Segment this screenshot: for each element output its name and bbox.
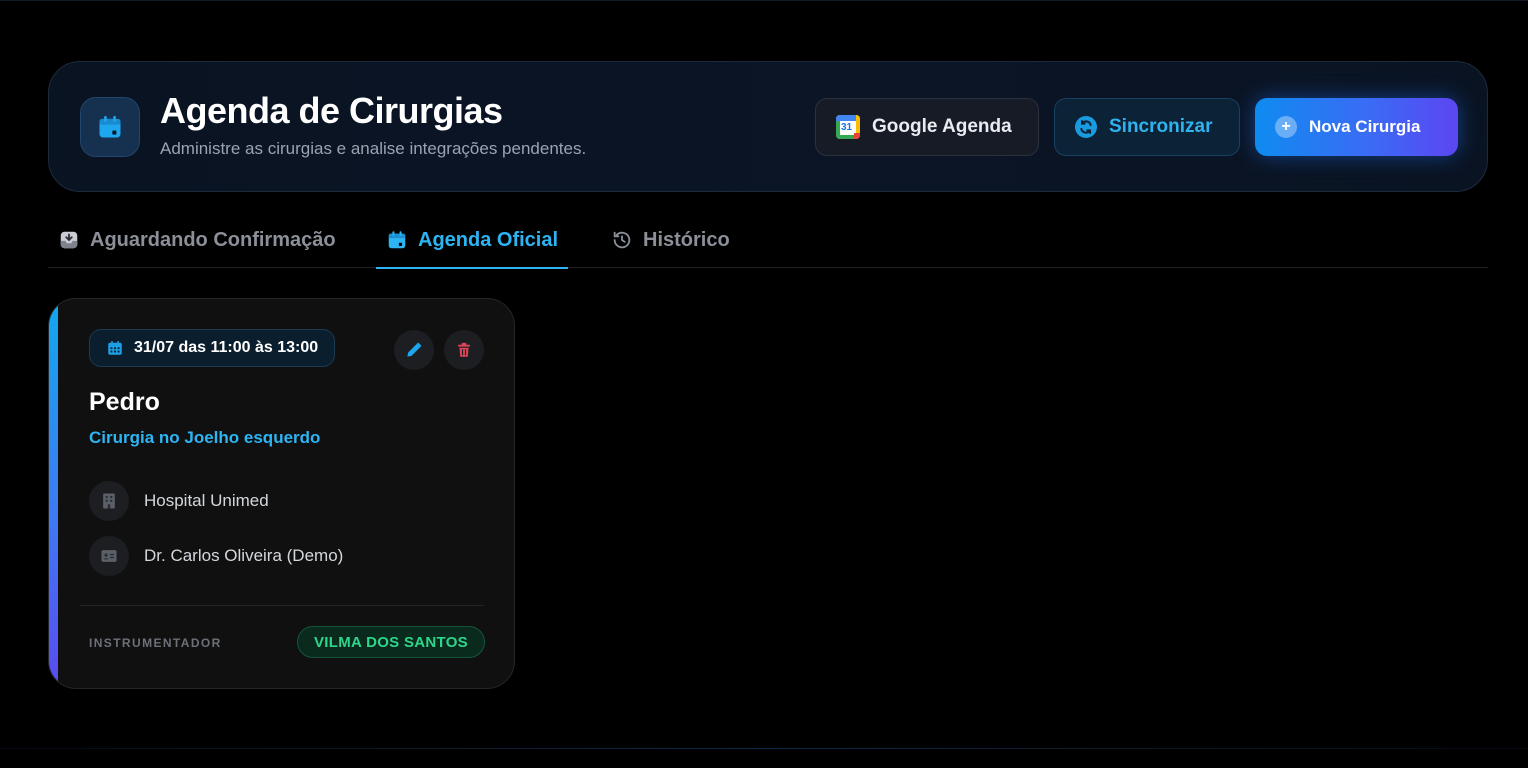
tab-label: Histórico (643, 228, 730, 251)
hospital-row: Hospital Unimed (89, 481, 269, 521)
sync-button[interactable]: Sincronizar (1054, 98, 1240, 156)
card-divider (80, 605, 484, 606)
new-surgery-label: Nova Cirurgia (1309, 117, 1421, 136)
tab-historico[interactable]: Histórico (611, 212, 730, 268)
sync-icon (1075, 116, 1097, 138)
tab-agenda-oficial[interactable]: Agenda Oficial (376, 212, 569, 269)
tab-bar: Aguardando Confirmação Agenda Oficial Hi… (48, 212, 1488, 269)
doctor-row: Dr. Carlos Oliveira (Demo) (89, 536, 343, 576)
date-time-badge: 31/07 das 11:00 às 13:00 (89, 329, 336, 367)
instrumentator-label: INSTRUMENTADOR (89, 636, 222, 650)
tab-aguardando-confirmacao[interactable]: Aguardando Confirmação (58, 212, 336, 268)
pencil-icon (407, 342, 422, 357)
google-agenda-button[interactable]: 31 Google Agenda (815, 98, 1039, 156)
calendar-icon (108, 340, 122, 355)
calendar-icon (388, 231, 406, 249)
doctor-name: Dr. Carlos Oliveira (Demo) (144, 546, 344, 565)
tab-label: Aguardando Confirmação (90, 228, 336, 251)
calendar-icon (99, 115, 121, 138)
patient-name: Pedro (89, 388, 160, 416)
sync-label: Sincronizar (1109, 116, 1213, 137)
instrumentator-badge: VILMA DOS SANTOS (297, 626, 485, 658)
tab-label: Agenda Oficial (418, 228, 559, 251)
card-accent-bar (49, 299, 58, 688)
trash-icon (458, 342, 470, 357)
top-border (0, 0, 1528, 1)
edit-button[interactable] (394, 330, 434, 370)
date-time-text: 31/07 das 11:00 às 13:00 (134, 339, 319, 356)
bottom-border (0, 748, 1528, 749)
google-calendar-icon: 31 (836, 115, 860, 139)
procedure-name: Cirurgia no Joelho esquerdo (89, 428, 321, 447)
plus-circle-icon: + (1275, 116, 1297, 138)
surgery-card[interactable]: 31/07 das 11:00 às 13:00 Pedro Cirurgia … (48, 298, 515, 689)
app-page: Agenda de Cirurgias Administre as cirurg… (0, 0, 1528, 768)
hospital-building-icon (89, 481, 129, 521)
history-icon (613, 231, 631, 249)
new-surgery-button[interactable]: + Nova Cirurgia (1255, 98, 1458, 156)
google-agenda-label: Google Agenda (872, 116, 1012, 137)
hospital-name: Hospital Unimed (144, 491, 269, 510)
delete-button[interactable] (444, 330, 484, 370)
page-title: Agenda de Cirurgias (160, 90, 503, 131)
header-card: Agenda de Cirurgias Administre as cirurg… (48, 61, 1488, 192)
page-subtitle: Administre as cirurgias e analise integr… (160, 139, 587, 158)
id-card-icon (89, 536, 129, 576)
inbox-download-icon (60, 231, 78, 249)
header-calendar-icon-box (80, 97, 140, 157)
